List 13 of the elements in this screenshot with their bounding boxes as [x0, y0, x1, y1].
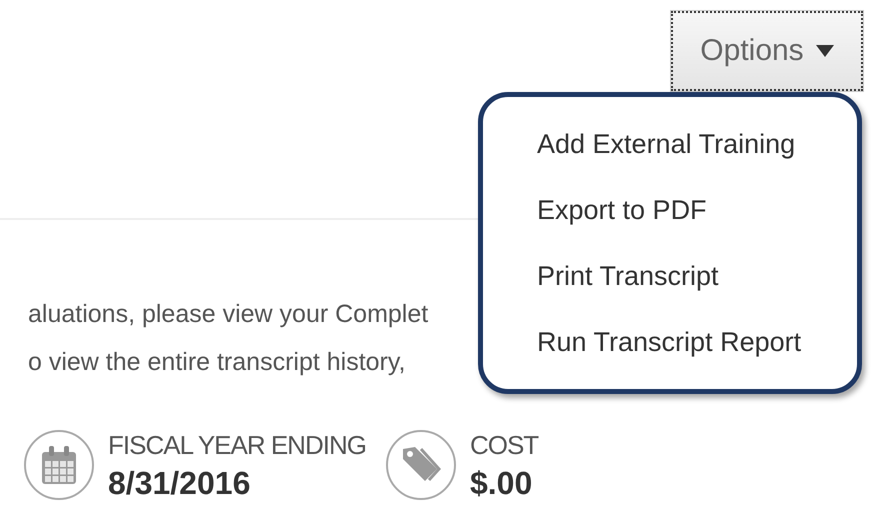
calendar-icon [42, 446, 76, 484]
menu-item[interactable]: Print Transcript [537, 253, 719, 299]
description-text: o view the entire transcript history, [28, 347, 406, 378]
stat-value: $.00 [470, 465, 534, 502]
description-text: aluations, please view your Complet [28, 299, 430, 330]
caret-icon [816, 45, 834, 57]
menu-item[interactable]: Export to PDF [537, 187, 707, 233]
menu-item[interactable]: Run Transcript Report [537, 319, 802, 365]
stat-label: COST [470, 430, 538, 461]
stat-label: FISCAL YEAR ENDING [108, 430, 366, 461]
menu-item[interactable]: Add External Training [537, 121, 796, 167]
options-button[interactable]: Options [670, 10, 864, 92]
stat-value: 8/31/2016 [108, 465, 252, 502]
